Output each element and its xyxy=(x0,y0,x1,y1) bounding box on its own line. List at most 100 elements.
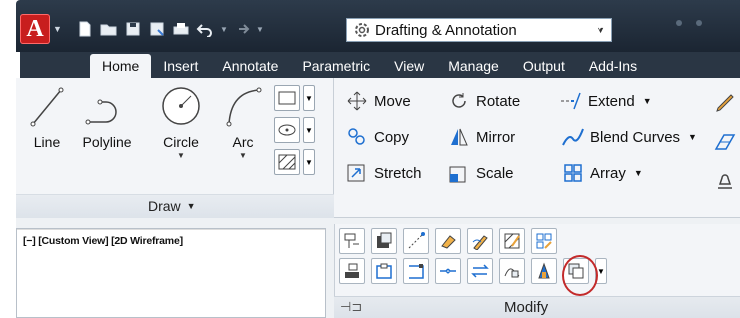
copy-label: Copy xyxy=(374,128,410,146)
extend-icon xyxy=(560,90,582,112)
scale-tool[interactable]: Scale xyxy=(448,162,514,184)
lengthen-icon[interactable] xyxy=(403,228,429,254)
modify-panel-title-bar[interactable]: ⊣⊐ Modify xyxy=(334,296,740,318)
autocad-window: A ▼ ▼ ▼ Drafting & Annotation ▼ ▾ Home I… xyxy=(0,0,740,318)
draw-panel-title-bar[interactable]: Draw ▼ xyxy=(16,194,334,218)
chevron-down-icon[interactable]: ▼ xyxy=(220,151,266,160)
blend-curves-icon xyxy=(562,126,584,148)
new-icon[interactable] xyxy=(76,20,94,38)
copy-icon xyxy=(346,126,368,148)
tab-view[interactable]: View xyxy=(382,54,436,78)
workspace-value: Drafting & Annotation xyxy=(375,21,517,39)
move-icon xyxy=(346,90,368,112)
circle-tool-button[interactable]: Circle ▼ xyxy=(156,84,206,160)
paste-icon[interactable] xyxy=(371,228,397,254)
chevron-down-icon[interactable]: ▼ xyxy=(303,85,315,111)
window-dot-icon xyxy=(696,20,702,26)
chevron-down-icon[interactable]: ▼ xyxy=(303,149,315,175)
rectangle-tool[interactable]: ▼ xyxy=(274,84,322,112)
chevron-down-icon[interactable]: ▼ xyxy=(643,96,652,106)
save-icon[interactable] xyxy=(124,20,142,38)
edit-polyline-icon[interactable] xyxy=(467,228,493,254)
chevron-down-icon: ▼ xyxy=(186,201,196,211)
stamp-icon[interactable] xyxy=(714,170,736,197)
array-tool[interactable]: Array ▼ xyxy=(562,162,643,184)
arc-icon xyxy=(226,87,262,127)
polyline-tool-button[interactable]: Polyline xyxy=(72,84,142,150)
annotation-panel-partial xyxy=(710,78,740,194)
chevron-down-icon[interactable]: ▼ xyxy=(634,168,643,178)
tab-home[interactable]: Home xyxy=(90,54,152,78)
move-label: Move xyxy=(374,92,411,110)
break-icon[interactable] xyxy=(371,258,397,284)
mirror-icon xyxy=(448,126,470,148)
rectangle-icon xyxy=(274,85,300,111)
polyline-icon xyxy=(85,99,117,125)
line-label: Line xyxy=(33,134,61,150)
tab-annotate[interactable]: Annotate xyxy=(210,54,290,78)
window-dot-icon xyxy=(676,20,682,26)
circle-icon xyxy=(162,87,200,125)
pin-icon[interactable]: ⊣⊐ xyxy=(340,299,362,315)
workspace-switcher[interactable]: Drafting & Annotation ▼ xyxy=(346,18,612,42)
match-properties-icon[interactable] xyxy=(339,228,365,254)
erase-icon[interactable] xyxy=(435,228,461,254)
array-label: Array xyxy=(590,164,626,182)
arc-tool-button[interactable]: Arc ▼ xyxy=(220,84,266,160)
join-icon[interactable] xyxy=(435,258,461,284)
reverse-icon[interactable] xyxy=(467,258,493,284)
mirror-label: Mirror xyxy=(476,128,516,146)
tab-manage[interactable]: Manage xyxy=(436,54,511,78)
viewport-controls-label[interactable]: [−] [Custom View] [2D Wireframe] xyxy=(23,235,183,247)
customize-toolbar-icon[interactable]: ▾ xyxy=(597,20,603,33)
tab-parametric[interactable]: Parametric xyxy=(290,54,382,78)
application-menu-button[interactable]: A ▼ xyxy=(20,11,64,47)
tab-insert[interactable]: Insert xyxy=(151,54,210,78)
scale-label: Scale xyxy=(476,164,514,182)
save-as-icon[interactable] xyxy=(148,20,166,38)
autocad-logo-icon: A xyxy=(20,14,50,44)
chevron-down-icon[interactable]: ▼ xyxy=(303,117,315,143)
line-tool-button[interactable]: Line xyxy=(24,84,70,150)
table-icon[interactable] xyxy=(714,131,736,158)
edit-spline-icon[interactable] xyxy=(499,258,525,284)
circle-label: Circle xyxy=(163,134,199,150)
edit-array-icon[interactable] xyxy=(531,228,557,254)
plot-icon[interactable] xyxy=(172,20,190,38)
mirror-tool[interactable]: Mirror xyxy=(448,126,515,148)
line-icon xyxy=(30,87,64,127)
scale-icon xyxy=(448,162,470,184)
blend-curves-tool[interactable]: Blend Curves ▼ xyxy=(562,126,697,148)
blend-curves-label: Blend Curves xyxy=(590,128,681,146)
stretch-icon xyxy=(346,162,368,184)
chevron-down-icon[interactable]: ▼ xyxy=(156,151,206,160)
redo-dropdown-icon[interactable]: ▼ xyxy=(256,25,264,34)
rotate-label: Rotate xyxy=(476,92,521,110)
drawing-viewport[interactable]: [−] [Custom View] [2D Wireframe] xyxy=(16,228,326,318)
edit-hatch-icon[interactable] xyxy=(499,228,525,254)
draw-panel: Line Polyline Circle ▼ Arc ▼ ▼ ▼ ▼ Draw … xyxy=(16,78,334,218)
break-at-point-icon[interactable] xyxy=(403,258,429,284)
pencil-icon[interactable] xyxy=(714,92,736,119)
draworder-icon[interactable] xyxy=(531,258,557,284)
undo-icon[interactable] xyxy=(196,20,214,38)
rotate-tool[interactable]: Rotate xyxy=(448,90,520,112)
copy-tool[interactable]: Copy xyxy=(346,126,409,148)
chevron-down-icon[interactable]: ▼ xyxy=(688,132,697,142)
ellipse-tool[interactable]: ▼ xyxy=(274,116,322,144)
tab-add-ins[interactable]: Add-Ins xyxy=(577,54,649,78)
quick-access-toolbar: ▼ ▼ xyxy=(76,18,264,40)
undo-dropdown-icon[interactable]: ▼ xyxy=(220,25,228,34)
align-icon[interactable] xyxy=(339,258,365,284)
redo-icon[interactable] xyxy=(232,20,250,38)
highlight-circle xyxy=(562,255,598,296)
hatch-tool[interactable]: ▼ xyxy=(274,148,322,176)
extend-label: Extend xyxy=(588,92,635,110)
move-tool[interactable]: Move xyxy=(346,90,411,112)
open-icon[interactable] xyxy=(100,20,118,38)
modify-row-1 xyxy=(339,228,557,254)
stretch-tool[interactable]: Stretch xyxy=(346,162,422,184)
draw-panel-title: Draw ▼ xyxy=(148,198,196,214)
extend-tool[interactable]: Extend ▼ xyxy=(560,90,652,112)
tab-output[interactable]: Output xyxy=(511,54,577,78)
